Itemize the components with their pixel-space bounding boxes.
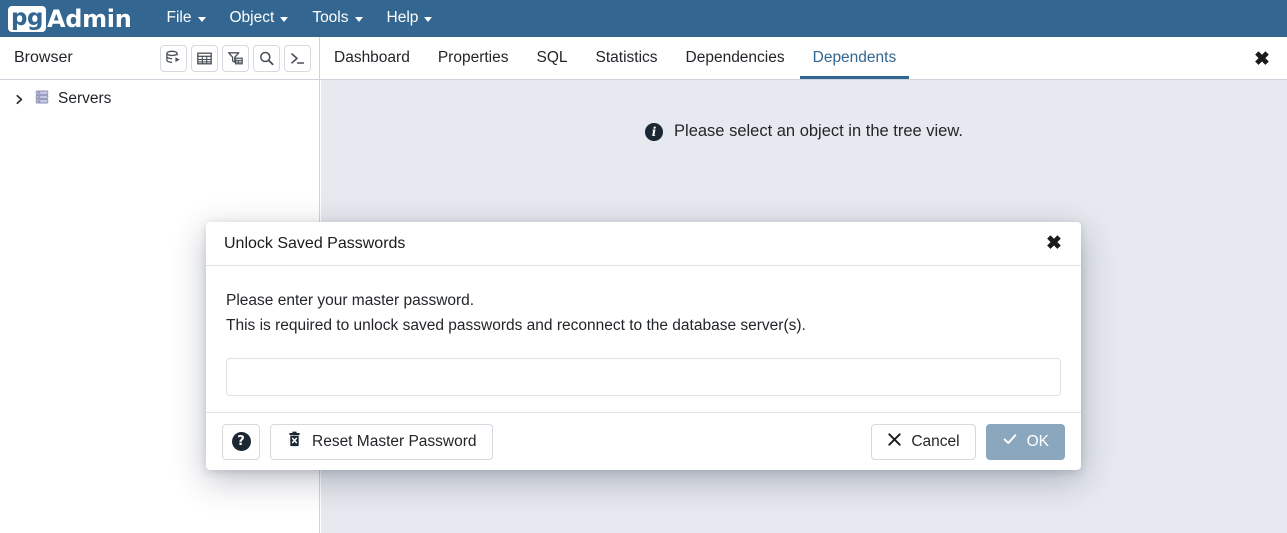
cancel-button-label: Cancel [911, 432, 960, 450]
empty-state-text: Please select an object in the tree view… [674, 122, 963, 140]
info-icon: i [645, 122, 664, 141]
dialog-message-line-1: Please enter your master password. [226, 292, 475, 309]
tab-dependents-label: Dependents [812, 48, 897, 66]
unlock-saved-passwords-dialog: Unlock Saved Passwords ✖ Please enter yo… [206, 222, 1081, 470]
menu-object[interactable]: Object [219, 4, 300, 33]
browser-title: Browser [14, 49, 73, 66]
menu-bar: pg Admin File Object Tools Help [0, 0, 1287, 37]
search-icon[interactable] [253, 44, 280, 72]
close-icon[interactable]: ✖ [1251, 48, 1273, 70]
tab-dependents[interactable]: Dependents [799, 48, 910, 79]
tab-statistics[interactable]: Statistics [583, 48, 671, 80]
chevron-down-icon [280, 16, 289, 22]
menu-tools-label: Tools [312, 9, 349, 26]
question-mark-icon: ? [231, 432, 251, 451]
logo-admin-text: Admin [46, 4, 132, 33]
pgadmin-window: pg Admin File Object Tools Help Browser [0, 0, 1287, 533]
master-password-input[interactable] [226, 358, 1061, 396]
help-button[interactable]: ? [222, 423, 260, 460]
tab-bar: Dashboard Properties SQL Statistics Depe… [321, 37, 911, 79]
view-data-icon[interactable] [191, 44, 218, 72]
ok-button[interactable]: OK [985, 423, 1065, 460]
header-row: Browser Dashboard Properties SQL Statist… [0, 37, 1287, 80]
menu-file-label: File [166, 9, 192, 26]
tab-sql[interactable]: SQL [523, 48, 580, 80]
chevron-down-icon [424, 16, 433, 22]
reset-master-password-button[interactable]: Reset Master Password [270, 423, 493, 460]
servers-icon [34, 89, 50, 110]
tab-statistics-label: Statistics [595, 48, 658, 66]
pgadmin-logo: pg Admin [8, 0, 132, 37]
menu-help-label: Help [386, 9, 419, 26]
checkmark-icon [1002, 431, 1018, 452]
dialog-close-icon[interactable]: ✖ [1043, 233, 1065, 255]
dialog-header: Unlock Saved Passwords ✖ [206, 222, 1081, 266]
ok-button-label: OK [1026, 432, 1049, 450]
dialog-footer: ? Reset Master Password Cancel OK [206, 412, 1081, 470]
tree-item-servers-label: Servers [58, 90, 112, 107]
logo-pg-mark: pg [8, 5, 46, 32]
dialog-message-line-2: This is required to unlock saved passwor… [226, 317, 806, 334]
psql-terminal-icon[interactable] [284, 44, 311, 72]
tree-item-servers[interactable]: Servers [0, 86, 319, 112]
menu-tools[interactable]: Tools [301, 4, 373, 33]
tab-dependencies-label: Dependencies [685, 48, 785, 66]
tab-dependencies[interactable]: Dependencies [673, 48, 798, 80]
query-tool-icon[interactable] [160, 44, 187, 72]
menu-file[interactable]: File [156, 4, 217, 33]
chevron-down-icon [354, 16, 363, 22]
chevron-down-icon [197, 16, 206, 22]
trash-delete-icon [286, 431, 303, 453]
browser-toolbar [160, 44, 319, 72]
dialog-title: Unlock Saved Passwords [224, 234, 406, 252]
menu-object-label: Object [229, 9, 275, 26]
dialog-body: Please enter your master password. This … [206, 266, 1081, 412]
reset-master-password-label: Reset Master Password [312, 432, 477, 450]
tab-dashboard-label: Dashboard [334, 48, 410, 66]
tab-properties[interactable]: Properties [425, 48, 522, 80]
tab-sql-label: SQL [536, 48, 568, 66]
empty-state-message: i Please select an object in the tree vi… [321, 122, 1287, 141]
tab-dashboard[interactable]: Dashboard [321, 48, 423, 80]
chevron-right-icon[interactable] [12, 92, 26, 106]
filtered-rows-icon[interactable] [222, 44, 249, 72]
browser-panel-header: Browser [0, 37, 320, 79]
menu-help[interactable]: Help [376, 4, 444, 33]
close-x-icon [887, 432, 902, 452]
cancel-button[interactable]: Cancel [871, 423, 976, 460]
tab-properties-label: Properties [437, 48, 509, 66]
